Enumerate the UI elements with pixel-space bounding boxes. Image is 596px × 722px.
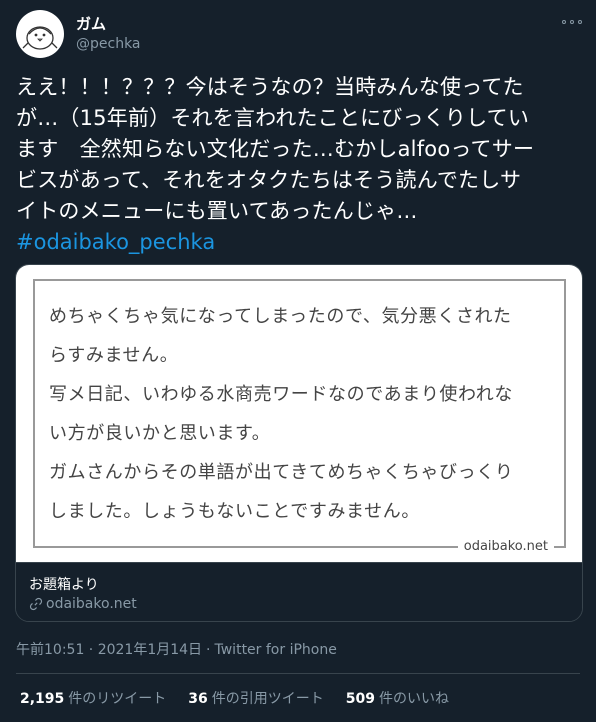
tweet-source[interactable]: Twitter for iPhone [215, 642, 337, 658]
avatar[interactable] [16, 10, 64, 58]
card-domain: odaibako.net [29, 596, 137, 612]
engagement-stats: 2,195 件のリツイート 36 件の引用ツイート 509 件のいいね [20, 688, 449, 708]
more-options-icon[interactable] [562, 14, 582, 30]
likes-label: 件のいいね [379, 691, 450, 707]
tweet-meta: 午前10:51 · 2021年1月14日 · Twitter for iPhone [16, 639, 337, 659]
card-image-frame: めちゃくちゃ気になってしまったので、気分悪くされた らすみません。 写メ日記、い… [33, 279, 566, 556]
link-icon [29, 597, 43, 611]
retweets-stat[interactable]: 2,195 件のリツイート [20, 688, 166, 708]
quotes-count: 36 [188, 691, 208, 707]
card-image-text: めちゃくちゃ気になってしまったので、気分悪くされた らすみません。 写メ日記、い… [49, 306, 514, 522]
divider [16, 673, 580, 674]
quotes-stat[interactable]: 36 件の引用ツイート [188, 688, 323, 708]
card-title: お題箱より [29, 577, 99, 593]
retweets-count: 2,195 [20, 691, 65, 707]
hashtag-link[interactable]: #odaibako_pechka [16, 227, 215, 258]
display-name[interactable]: ガム [76, 13, 106, 34]
card-image: めちゃくちゃ気になってしまったので、気分悪くされた らすみません。 写メ日記、い… [16, 265, 582, 562]
penguin-avatar-icon [22, 26, 58, 50]
user-handle[interactable]: @pechka [76, 36, 141, 52]
likes-stat[interactable]: 509 件のいいね [346, 688, 449, 708]
tweet-text: ええ！！！？？？今はそうなの？当時みんな使ってた が…（15年前）それを言われた… [16, 75, 535, 223]
tweet: ガム @pechka ええ！！！？？？今はそうなの？当時みんな使ってた が…（1… [0, 0, 596, 722]
card-domain-label: odaibako.net [46, 596, 137, 612]
card-footer: お題箱より odaibako.net [16, 562, 582, 621]
timestamp[interactable]: 午前10:51 · 2021年1月14日 [16, 642, 202, 658]
retweets-label: 件のリツイート [68, 691, 167, 707]
quotes-label: 件の引用ツイート [211, 691, 324, 707]
meta-separator: · [206, 642, 211, 658]
card-image-source: odaibako.net [457, 538, 554, 556]
link-card[interactable]: めちゃくちゃ気になってしまったので、気分悪くされた らすみません。 写メ日記、い… [15, 264, 583, 622]
likes-count: 509 [345, 691, 376, 707]
